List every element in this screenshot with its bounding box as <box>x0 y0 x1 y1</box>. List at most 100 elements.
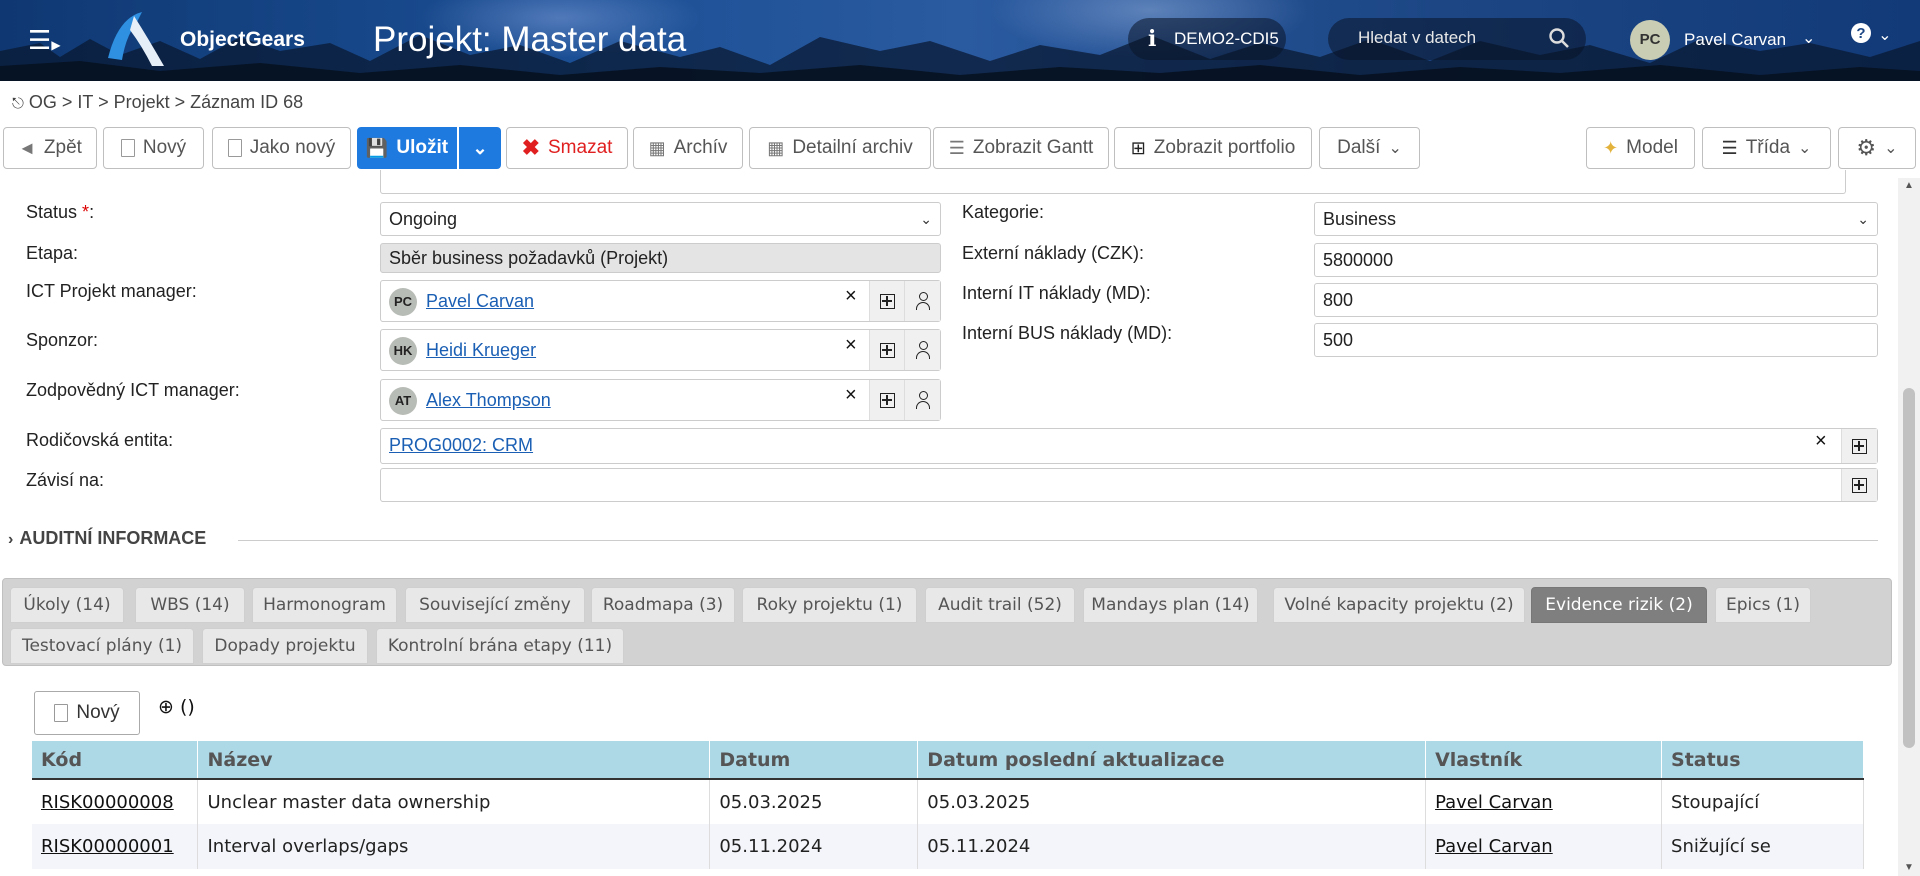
tab-mandays-plan[interactable]: Mandays plan (14) <box>1083 587 1258 623</box>
gantt-button[interactable]: ☰ Zobrazit Gantt <box>933 127 1109 169</box>
model-label: Model <box>1626 137 1678 158</box>
breadcrumb-path[interactable]: OG > IT > Projekt > Záznam ID 68 <box>29 92 303 112</box>
back-arrow-icon: ◄ <box>18 137 36 158</box>
add-icon[interactable] <box>869 281 905 321</box>
archive-label: Archív <box>673 137 728 158</box>
vertical-scrollbar[interactable]: ▲ ▼ <box>1898 178 1920 876</box>
column-header-status[interactable]: Status <box>1661 741 1864 780</box>
menu-toggle-icon[interactable]: ☰▶ <box>28 27 61 57</box>
risk-code-link[interactable]: RISK00000001 <box>41 836 174 857</box>
avatar: PC <box>389 288 417 316</box>
resp-manager-link[interactable]: Alex Thompson <box>426 390 551 411</box>
person-icon[interactable] <box>904 281 940 321</box>
portfolio-button[interactable]: ⊞ Zobrazit portfolio <box>1114 127 1312 169</box>
ict-pm-field: PC Pavel Carvan × <box>380 280 941 322</box>
back-button[interactable]: ◄ Zpět <box>3 127 97 169</box>
column-header-date[interactable]: Datum <box>709 741 919 780</box>
floppy-disk-icon: 💾 <box>365 137 389 158</box>
tab-phase-gate[interactable]: Kontrolní brána etapy (11) <box>376 628 624 664</box>
status-select[interactable]: Ongoing ⌄ <box>380 202 941 236</box>
risk-owner-cell: Pavel Carvan <box>1425 779 1663 824</box>
ext-cost-input[interactable]: 5800000 <box>1314 243 1878 277</box>
class-label: Třída <box>1745 137 1791 158</box>
clear-icon[interactable]: × <box>1815 430 1827 453</box>
scroll-down-icon[interactable]: ▼ <box>1904 862 1914 873</box>
person-icon[interactable] <box>904 330 940 370</box>
risk-owner-link[interactable]: Pavel Carvan <box>1435 792 1553 813</box>
person-icon[interactable] <box>904 380 940 420</box>
tab-roadmap[interactable]: Roadmapa (3) <box>591 587 735 623</box>
risk-code-cell: RISK00000001 <box>32 824 199 869</box>
tab-audit-trail[interactable]: Audit trail (52) <box>925 587 1075 623</box>
add-icon[interactable] <box>1841 429 1877 463</box>
archive-button[interactable]: ▦ Archív <box>633 127 743 169</box>
column-header-last-update[interactable]: Datum poslední aktualizace <box>917 741 1427 780</box>
class-button[interactable]: ☰ Třída ⌄ <box>1702 127 1831 169</box>
avatar: AT <box>389 387 417 415</box>
tab-test-plans[interactable]: Testovací plány (1) <box>10 628 194 664</box>
scrollbar-thumb[interactable] <box>1903 388 1915 748</box>
sponsor-link[interactable]: Heidi Krueger <box>426 340 536 361</box>
new-button[interactable]: Nový <box>103 127 204 169</box>
table-row[interactable]: RISK00000008 Unclear master data ownersh… <box>32 779 1864 824</box>
more-button[interactable]: Další ⌄ <box>1319 127 1420 169</box>
tab-tasks[interactable]: Úkoly (14) <box>10 587 124 623</box>
archive-icon: ▦ <box>648 137 666 158</box>
add-icon[interactable] <box>1841 469 1877 501</box>
table-row[interactable]: RISK00000001 Interval overlaps/gaps 05.1… <box>32 824 1864 869</box>
back-label: Zpět <box>43 137 82 158</box>
add-circle-icon[interactable]: ⊕ <box>158 696 174 718</box>
column-header-name[interactable]: Název <box>197 741 711 780</box>
clear-icon[interactable]: × <box>845 285 857 308</box>
textarea-bottom-edge[interactable] <box>380 170 1846 194</box>
info-icon: i <box>1148 26 1157 52</box>
chevron-down-icon: ⌄ <box>472 137 488 158</box>
page-icon <box>54 704 69 722</box>
risk-code-link[interactable]: RISK00000008 <box>41 792 174 813</box>
tab-schedule[interactable]: Harmonogram <box>252 587 397 623</box>
help-icon[interactable]: ? ⌄ <box>1850 22 1900 50</box>
environment-badge[interactable]: i DEMO2-CDI5 <box>1128 18 1286 60</box>
search-input[interactable] <box>1358 28 1538 48</box>
add-icon[interactable] <box>869 380 905 420</box>
list-icon: ☰ <box>1721 137 1738 158</box>
model-button[interactable]: ✦ Model <box>1586 127 1695 169</box>
tab-free-capacities[interactable]: Volné kapacity projektu (2) <box>1273 587 1525 623</box>
risk-owner-link[interactable]: Pavel Carvan <box>1435 836 1553 857</box>
section-divider <box>238 540 1878 541</box>
int-bus-cost-input[interactable]: 500 <box>1314 323 1878 357</box>
save-dropdown-button[interactable]: ⌄ <box>459 127 501 169</box>
category-select[interactable]: Business ⌄ <box>1314 202 1878 236</box>
clear-icon[interactable]: × <box>845 334 857 357</box>
home-icon[interactable]: ⎋ <box>12 95 24 112</box>
settings-button[interactable]: ⚙ ⌄ <box>1838 127 1916 169</box>
svg-text:?: ? <box>1856 25 1865 42</box>
tab-epics[interactable]: Epics (1) <box>1715 587 1811 623</box>
breadcrumb: ⎋ OG > IT > Projekt > Záznam ID 68 <box>12 92 303 113</box>
tab-project-impacts[interactable]: Dopady projektu <box>202 628 368 664</box>
clear-icon[interactable]: × <box>845 384 857 407</box>
ict-pm-link[interactable]: Pavel Carvan <box>426 291 534 312</box>
app-header: ☰▶ ObjectGears Projekt: Master data i DE… <box>0 0 1920 81</box>
column-header-code[interactable]: Kód <box>32 741 199 780</box>
save-button[interactable]: 💾 Uložit <box>357 127 457 169</box>
scroll-up-icon[interactable]: ▲ <box>1904 180 1914 191</box>
risk-date-cell: 05.11.2024 <box>709 824 919 869</box>
audit-section-toggle[interactable]: › AUDITNÍ INFORMACE <box>8 528 206 549</box>
tab-wbs[interactable]: WBS (14) <box>135 587 245 623</box>
chevron-down-icon: ⌄ <box>1857 210 1869 227</box>
parent-entity-link[interactable]: PROG0002: CRM <box>389 435 533 456</box>
int-it-cost-input[interactable]: 800 <box>1314 283 1878 317</box>
tab-project-years[interactable]: Roky projektu (1) <box>742 587 917 623</box>
tab-risk-register[interactable]: Evidence rizik (2) <box>1531 587 1707 623</box>
search-icon[interactable] <box>1548 27 1570 49</box>
tab-related-changes[interactable]: Související změny <box>405 587 585 623</box>
delete-button[interactable]: ✖ Smazat <box>506 127 628 169</box>
new-risk-button[interactable]: Nový <box>34 691 140 735</box>
depends-on-field[interactable] <box>380 468 1878 502</box>
add-icon[interactable] <box>869 330 905 370</box>
detail-archive-button[interactable]: ▦ Detailní archiv <box>749 127 931 169</box>
column-header-owner[interactable]: Vlastník <box>1425 741 1663 780</box>
as-new-button[interactable]: Jako nový <box>212 127 351 169</box>
new-risk-label: Nový <box>76 702 120 723</box>
